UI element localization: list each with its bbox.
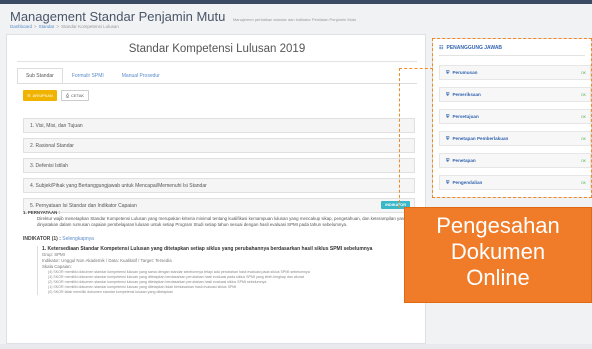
archive-icon: ☰ <box>27 93 31 98</box>
breadcrumb: Dashboard > Standar > Standar Kompetensi Lul… <box>10 24 119 29</box>
section-label: 5. Pernyataan Isi Standar dan Indikator … <box>30 203 137 209</box>
section-label: 4. Subjek/Pihak yang Bertanggungjawab un… <box>30 183 207 189</box>
tab-manual-prosedur[interactable]: Manual Prosedur <box>113 68 169 84</box>
breadcrumb-current: Standar Kompetensi Lulusan <box>61 24 119 29</box>
section-subjek[interactable]: 4. Subjek/Pihak yang Bertanggungjawab un… <box>23 178 415 193</box>
indikator-heading: INDIKATOR (1) : Selengkapnya <box>23 236 415 242</box>
callout-line: Dokumen <box>450 239 546 264</box>
breadcrumb-home[interactable]: Dashboard <box>10 24 32 29</box>
archive-button[interactable]: ☰ ARSIPKAN <box>23 90 57 101</box>
print-button[interactable]: ⎙ CETAK <box>60 90 90 101</box>
tab-sub-standar[interactable]: Sub Standar <box>17 68 63 84</box>
callout-line: Online <box>466 265 530 290</box>
indikator-label: INDIKATOR (1) : <box>23 236 61 242</box>
annotation-frame <box>432 38 592 198</box>
divider <box>17 61 417 62</box>
print-icon: ⎙ <box>65 93 70 98</box>
callout-line: Pengesahan <box>436 213 560 238</box>
section-content: 1. PERNYATAAN : Direktur wajib menetapka… <box>23 210 415 310</box>
section-visi-misi[interactable]: 1. Visi, Misi, dan Tujuan <box>23 118 415 133</box>
action-buttons: ☰ ARSIPKAN ⎙ CETAK <box>23 90 90 101</box>
tab-bar: Sub Standar Formulir SPMI Manual Prosedu… <box>17 68 169 84</box>
page-title: Management Standar Penjamin Mutu <box>10 9 226 24</box>
annotation-connector <box>399 68 400 208</box>
standard-card: Standar Kompetensi Lulusan 2019 Sub Stan… <box>6 34 426 344</box>
archive-button-label: ARSIPKAN <box>32 93 53 98</box>
top-bar <box>0 0 592 4</box>
standard-title: Standar Kompetensi Lulusan 2019 <box>128 43 306 55</box>
footer-strip <box>0 344 592 349</box>
indicator-item: (0) SKOR tidak memiliki dokumen standar … <box>48 290 174 294</box>
tab-formulir-spmi[interactable]: Formulir SPMI <box>63 68 113 84</box>
indikator-more-link[interactable]: Selengkapnya <box>62 236 94 242</box>
pernyataan-text: Direktur wajib menetapkan Standar Kompet… <box>37 216 407 227</box>
breadcrumb-standar[interactable]: Standar <box>39 24 55 29</box>
indicator-box: 1. Ketersediaan Standar Kompetensi Lulus… <box>37 246 415 295</box>
section-label: 3. Defenisi Istilah <box>30 163 69 169</box>
indicator-title: 1. Ketersediaan Standar Kompetensi Lulus… <box>42 246 373 252</box>
section-label: 2. Rasional Standar <box>30 143 74 149</box>
annotation-connector <box>399 68 433 69</box>
approval-callout: Pengesahan Dokumen Online <box>404 207 592 303</box>
section-rasional[interactable]: 2. Rasional Standar <box>23 138 415 153</box>
section-label: 1. Visi, Misi, dan Tujuan <box>30 123 83 129</box>
page-subtitle: Manajemen perbaikan standar dan indikato… <box>232 17 357 22</box>
print-button-label: CETAK <box>71 93 85 98</box>
section-defenisi[interactable]: 3. Defenisi Istilah <box>23 158 415 173</box>
tabs-divider <box>17 83 417 84</box>
